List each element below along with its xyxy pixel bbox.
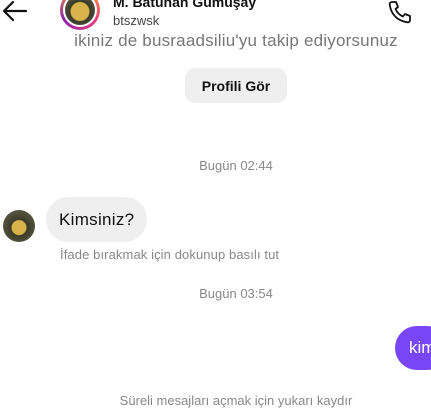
back-arrow-icon[interactable] (2, 0, 28, 22)
timestamp: Bugün 03:54 (199, 286, 273, 301)
sender-avatar[interactable] (3, 210, 35, 242)
react-hint-text: İfade bırakmak için dokunup basılı tut (60, 247, 280, 262)
mutual-follow-text: ikiniz de busraadsiliu'yu takip ediyorsu… (74, 31, 398, 50)
contact-name[interactable]: M. Batuhan Gümüşay (113, 0, 256, 10)
outgoing-message-bubble[interactable]: kim (395, 326, 431, 370)
incoming-message-bubble[interactable]: Kimsiniz? (46, 197, 148, 242)
avatar-image (63, 0, 97, 27)
header-avatar[interactable] (60, 0, 100, 30)
timestamp: Bugün 02:44 (199, 158, 273, 173)
contact-username[interactable]: btszwsk (113, 13, 159, 28)
vanish-mode-hint: Süreli mesajları açmak için yukarı kaydı… (119, 393, 353, 408)
view-profile-button[interactable]: Profili Gör (185, 68, 287, 103)
phone-icon[interactable] (386, 0, 412, 24)
